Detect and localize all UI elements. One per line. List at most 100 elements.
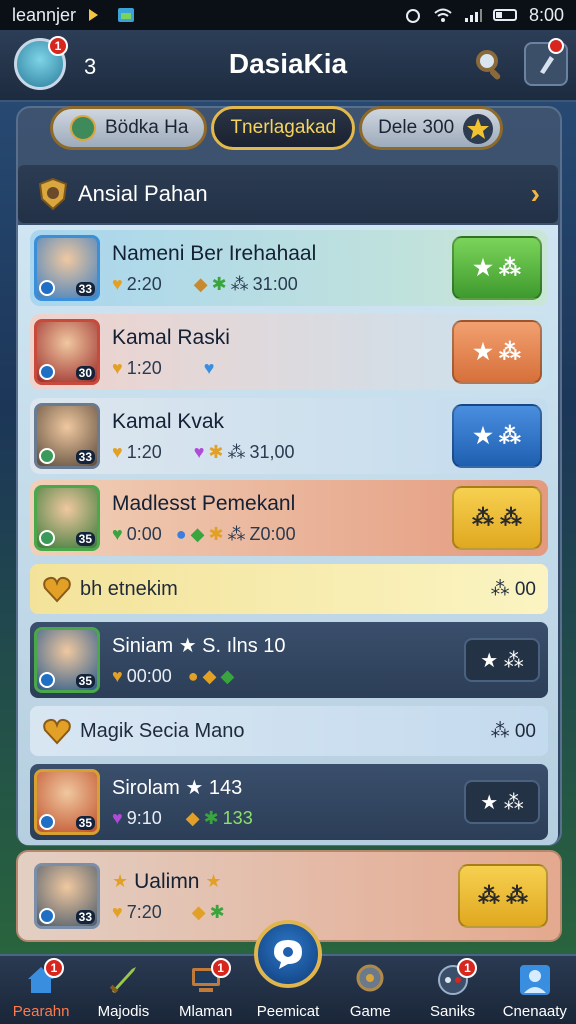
list-item[interactable]: 35 Madlesst Pemekanl ♥ 0:00 ● ◆ ✱ ⁂ Z0:0… — [30, 480, 548, 556]
stat-time: 00:00 — [126, 666, 172, 686]
heart-icon: ♥ — [112, 901, 123, 922]
leaf-icon: ◆ — [202, 666, 217, 686]
leaf-icon: ◆ — [190, 523, 205, 544]
nav-item-game[interactable]: Game — [329, 956, 411, 1024]
profile-icon — [519, 965, 550, 995]
character-portrait: 33 — [34, 403, 100, 469]
green-heart-icon: ♥ — [112, 523, 123, 544]
item-name: Ualimn — [134, 869, 200, 893]
character-portrait: 35 — [34, 627, 100, 693]
nav-label: Game — [349, 1003, 391, 1020]
level-badge: 35 — [75, 532, 95, 546]
clock: 8:00 — [528, 4, 564, 25]
level-badge: 30 — [75, 366, 95, 380]
character-icon — [70, 115, 96, 141]
list-item[interactable]: 35 Siniam ★ S. ılns 10 ♥ 00:00 ● ◆ ◆ ★ ⁂ — [30, 622, 548, 698]
stat-time: 7:20 — [126, 901, 162, 922]
nav-label: Saniks — [430, 1003, 476, 1020]
section-title: Ansial Pahan — [78, 181, 208, 206]
nav-label: Peemicat — [256, 1003, 320, 1020]
tab-dele[interactable]: Dele 300 — [359, 106, 504, 150]
stat-time: 9:10 — [126, 808, 162, 828]
list-item[interactable]: 33 Kamal Kvak ♥ 1:20 ♥ ✱ ⁂ 31,00 ★ ⁂ — [30, 398, 548, 474]
gallery-notif-icon — [118, 8, 135, 22]
character-portrait: 35 — [34, 485, 100, 551]
action-button[interactable]: ★ ⁂ — [452, 320, 542, 384]
coin-icon: ● — [187, 666, 199, 686]
joystick-icon — [356, 964, 384, 992]
leaf-icon: ◆ — [191, 901, 206, 922]
list-item[interactable]: 33 Nameni Ber Irehahaal ♥ 2:20 ◆ ✱ ⁂ 31:… — [30, 230, 548, 306]
stat-time: 1:20 — [126, 441, 162, 462]
alarm-icon — [405, 9, 420, 23]
tab-label: Bödka Ha — [105, 117, 189, 138]
star-icon: ★ — [205, 871, 222, 891]
action-button[interactable]: ⁂ ⁂ — [458, 864, 548, 928]
tab-bar: Bödka Ha Tnerlagakad Dele 300 — [50, 106, 504, 154]
item-name: Kamal Raski — [112, 325, 230, 349]
nav-item-saniks[interactable]: Saniks 1 — [411, 956, 493, 1024]
signal-icon — [464, 9, 482, 22]
nav-item-pearahn[interactable]: Pearahn 1 — [0, 956, 82, 1024]
action-button[interactable]: ⁂ ⁂ — [452, 486, 542, 550]
nav-badge: 1 — [457, 958, 478, 978]
search-icon — [476, 50, 501, 80]
level-badge: 35 — [75, 674, 95, 688]
class-icon — [39, 364, 55, 380]
green-leaf-icon: ◆ — [220, 666, 235, 686]
action-button[interactable]: ★ ⁂ — [452, 404, 542, 468]
nav-item-cnenaaty[interactable]: Cnenaaty — [494, 956, 576, 1024]
reward-banner[interactable]: bh etnekim ⁂ 00 — [30, 564, 548, 614]
gold-heart-icon — [43, 576, 71, 603]
tab-tnerlagakad[interactable]: Tnerlagakad — [211, 106, 356, 150]
section-header[interactable]: Ansial Pahan › — [18, 165, 558, 223]
sparkle-icon: ⁂ — [227, 523, 246, 544]
action-button[interactable]: ★ ⁂ — [464, 638, 540, 682]
class-icon — [39, 280, 55, 296]
item-name: Nameni Ber Irehahaal — [112, 241, 317, 265]
action-button[interactable]: ★ ⁂ — [464, 780, 540, 824]
character-portrait: 33 — [34, 863, 100, 929]
tab-label: Tnerlagakad — [230, 117, 337, 138]
reward-banner[interactable]: Magik Secia Mano ⁂ 00 — [30, 706, 548, 756]
tab-bodka[interactable]: Bödka Ha — [50, 106, 208, 150]
star-icon — [463, 114, 494, 144]
sparkle-icon: ⁂ — [227, 441, 246, 462]
tab-label: Dele 300 — [378, 117, 455, 138]
nav-item-majodis[interactable]: Majodis — [82, 956, 164, 1024]
stat-value: 133 — [222, 808, 253, 828]
list-item[interactable]: 30 Kamal Raski ♥ 1:20 ♥ ★ ⁂ — [30, 314, 548, 390]
class-icon — [39, 814, 55, 830]
heart-icon: ♥ — [112, 273, 123, 294]
search-button[interactable] — [468, 42, 512, 86]
nav-item-mlaman[interactable]: Mlaman 1 — [165, 956, 247, 1024]
list-item[interactable]: 35 Sirolam ★ 143 ♥ 9:10 ◆ ✱ 133 ★ ⁂ — [30, 764, 548, 840]
pencil-icon — [540, 56, 554, 74]
edit-notification-badge — [548, 38, 564, 54]
purple-heart-icon: ♥ — [193, 441, 205, 462]
wifi-icon — [434, 8, 452, 22]
level-badge: 33 — [75, 450, 95, 464]
leaf-icon: ◆ — [193, 273, 208, 294]
star-icon: ✱ — [211, 273, 227, 294]
center-action-button[interactable] — [254, 920, 322, 988]
class-icon — [39, 448, 55, 464]
item-name: Sirolam ★ 143 — [112, 777, 243, 799]
heart-icon: ♥ — [112, 441, 123, 462]
item-name: Madlesst Pemekanl — [112, 491, 296, 515]
nav-badge: 1 — [44, 958, 64, 978]
level-badge: 33 — [75, 910, 95, 924]
action-button[interactable]: ★ ⁂ — [452, 236, 542, 300]
stat-value: Z0:00 — [249, 523, 296, 544]
blue-heart-icon: ♥ — [203, 357, 215, 378]
item-name-row: ★ Ualimn ★ — [112, 870, 458, 894]
leaf-icon: ◆ — [185, 808, 200, 828]
level-badge: 35 — [75, 816, 95, 830]
stat-time: 0:00 — [126, 523, 162, 544]
blue-gem-icon: ● — [175, 523, 187, 544]
heart-icon: ♥ — [112, 666, 123, 686]
class-icon — [39, 672, 55, 688]
purple-heart-icon: ♥ — [112, 808, 123, 828]
battery-icon — [492, 9, 517, 21]
stat-value: 31:00 — [252, 273, 298, 294]
